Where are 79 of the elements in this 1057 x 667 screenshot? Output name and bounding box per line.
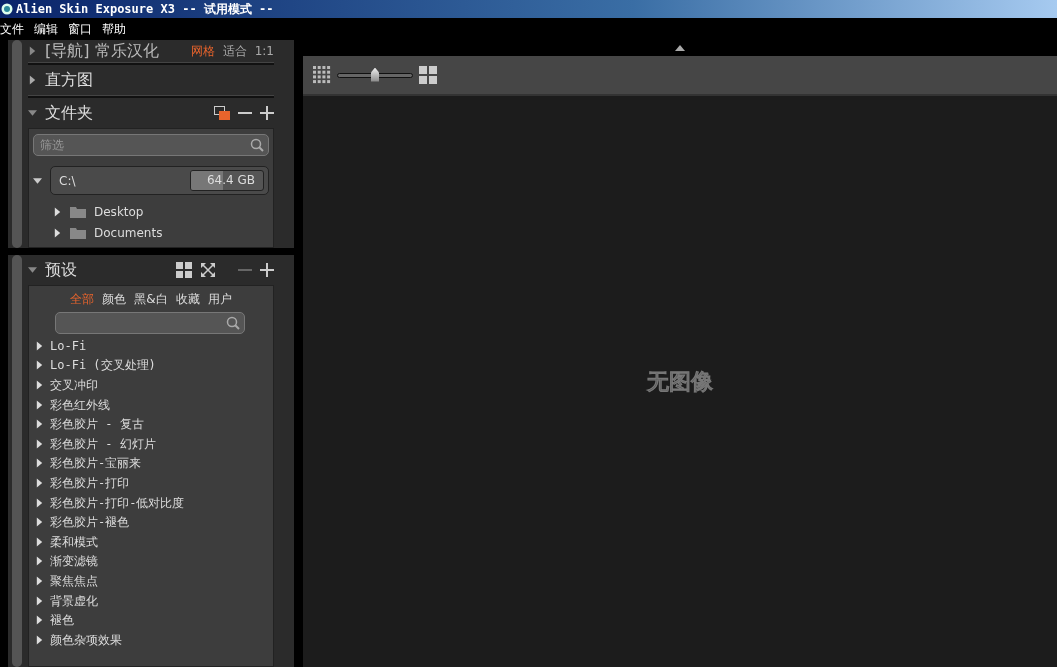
collapse-arrow-icon[interactable] (675, 45, 685, 51)
menu-item[interactable]: 帮助 (102, 20, 132, 38)
preset-item[interactable]: Lo-Fi (50, 336, 87, 355)
drive-name: C:\ (59, 172, 76, 190)
scrollbar[interactable] (12, 255, 22, 667)
collapsed-arrow-icon[interactable] (35, 517, 44, 528)
expanded-arrow-icon[interactable] (28, 108, 37, 118)
folder-name[interactable]: Desktop (94, 202, 144, 221)
filter-field[interactable]: 筛选 (33, 134, 269, 156)
panel-title: 文件夹 (45, 102, 93, 124)
collapsed-arrow-icon[interactable] (35, 615, 44, 626)
zoom-mode-tab[interactable]: 网格 (190, 42, 215, 60)
zoom-mode-tab[interactable]: 1:1 (254, 42, 274, 60)
collapsed-arrow-icon[interactable] (35, 477, 44, 488)
small-grid-icon[interactable] (313, 66, 331, 84)
preset-item[interactable]: 颜色杂项效果 (50, 630, 122, 649)
add-icon[interactable] (260, 106, 274, 120)
preset-item[interactable]: 彩色胶片-宝丽来 (50, 454, 142, 473)
panel-title: [导航] 常乐汉化 (45, 40, 159, 62)
folder-icon[interactable] (70, 205, 86, 218)
collapsed-arrow-icon[interactable] (28, 46, 37, 56)
expanded-arrow-icon[interactable] (28, 265, 37, 275)
menu-item[interactable]: 编辑 (34, 20, 64, 38)
add-folder-icon[interactable] (214, 106, 230, 120)
window-title: Alien Skin Exposure X3 -- 试用模式 -- (16, 0, 274, 18)
preset-item[interactable]: 聚焦焦点 (50, 571, 98, 590)
collapsed-arrow-icon[interactable] (53, 206, 62, 217)
search-icon[interactable] (226, 316, 240, 330)
preset-item[interactable]: 渐变滤镜 (50, 552, 98, 571)
preset-tab[interactable]: 用户 (207, 290, 232, 308)
collapsed-arrow-icon[interactable] (35, 360, 44, 371)
collapsed-arrow-icon[interactable] (35, 399, 44, 410)
collapsed-arrow-icon[interactable] (35, 340, 44, 351)
preset-item[interactable]: 彩色胶片-打印-低对比度 (50, 493, 185, 512)
expanded-arrow-icon[interactable] (33, 175, 42, 186)
collapsed-arrow-icon[interactable] (35, 634, 44, 645)
preset-item[interactable]: 交叉冲印 (50, 376, 98, 394)
add-icon[interactable] (260, 263, 274, 277)
collapsed-arrow-icon[interactable] (35, 419, 44, 430)
menu-item[interactable]: 文件 (0, 20, 30, 38)
preset-item[interactable]: 背景虚化 (50, 591, 98, 610)
empty-message: 无图像 (647, 368, 713, 396)
preset-tab[interactable]: 黑&白 (134, 290, 168, 308)
preset-item[interactable]: 褪色 (50, 611, 74, 630)
collapsed-arrow-icon[interactable] (35, 380, 44, 390)
zoom-mode-tab[interactable]: 适合 (222, 42, 247, 60)
collapsed-arrow-icon[interactable] (35, 438, 44, 449)
preset-item[interactable]: 彩色胶片-褪色 (50, 513, 130, 532)
collapsed-arrow-icon[interactable] (35, 595, 44, 606)
collapsed-arrow-icon[interactable] (35, 536, 44, 547)
collapsed-arrow-icon[interactable] (35, 556, 44, 567)
panel-title: 直方图 (45, 69, 93, 91)
preset-tab[interactable]: 收藏 (175, 290, 200, 308)
grid-view-icon[interactable] (176, 262, 192, 278)
drive-row[interactable]: C:\ 64.4 GB (50, 166, 269, 195)
preset-item[interactable]: 彩色胶片 - 复古 (50, 415, 144, 434)
menu-item[interactable]: 窗口 (68, 20, 98, 38)
scrollbar[interactable] (12, 40, 22, 248)
preset-item[interactable]: 彩色胶片-打印 (50, 473, 130, 492)
panel-title: 预设 (45, 259, 77, 281)
preset-item[interactable]: 彩色胶片 - 幻灯片 (50, 434, 156, 453)
slider-thumb[interactable] (371, 67, 379, 82)
folder-icon[interactable] (70, 226, 86, 239)
folder-name[interactable]: Documents (94, 223, 163, 242)
search-icon[interactable] (250, 138, 264, 152)
expand-icon[interactable] (200, 262, 216, 278)
collapsed-arrow-icon[interactable] (35, 497, 44, 508)
preset-tab[interactable]: 颜色 (102, 290, 127, 308)
preset-item[interactable]: 柔和模式 (50, 532, 98, 551)
search-field[interactable] (55, 312, 245, 334)
collapsed-arrow-icon[interactable] (53, 227, 62, 238)
collapsed-arrow-icon[interactable] (35, 458, 44, 469)
preset-item[interactable]: 彩色红外线 (50, 395, 110, 414)
collapsed-arrow-icon[interactable] (35, 575, 44, 586)
app-icon (1, 3, 13, 15)
preset-item[interactable]: Lo-Fi (交叉处理) (50, 356, 156, 375)
collapsed-arrow-icon[interactable] (28, 75, 37, 85)
free-space: 64.4 GB (206, 173, 255, 187)
large-grid-icon[interactable] (419, 66, 437, 84)
